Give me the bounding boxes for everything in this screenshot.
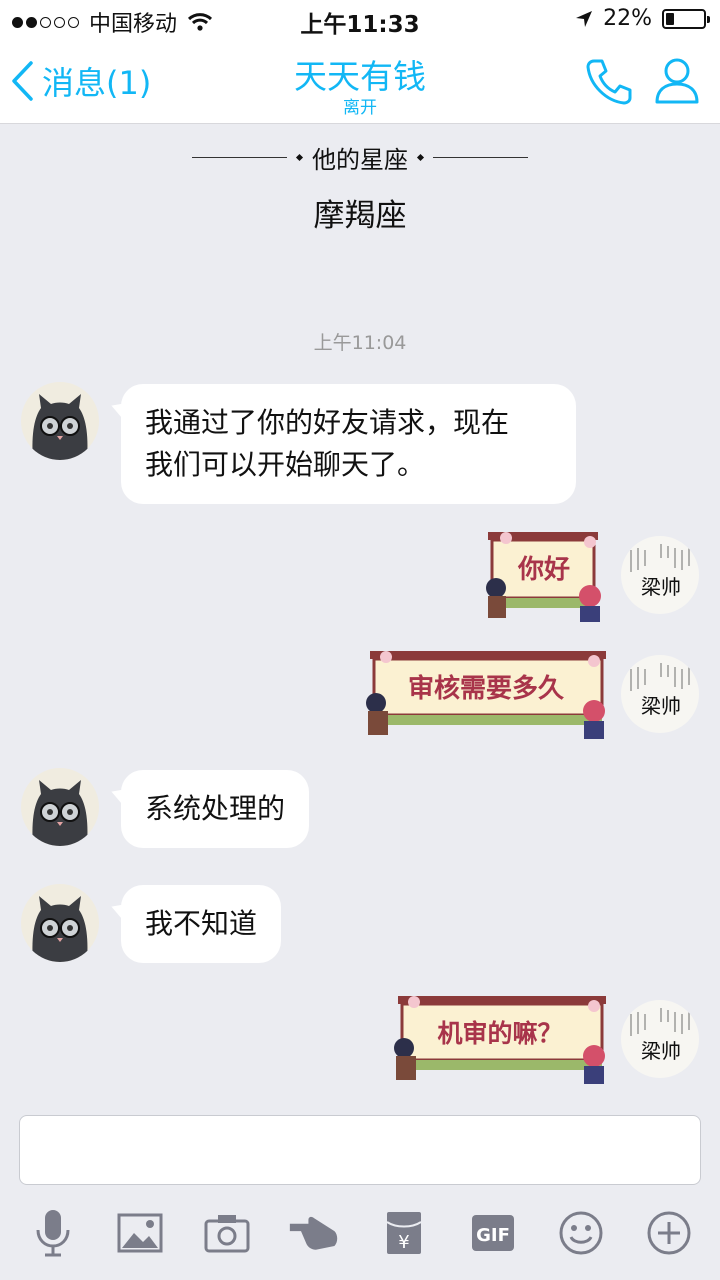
poke-icon[interactable] xyxy=(288,1207,340,1259)
contact-avatar[interactable] xyxy=(21,884,99,962)
message-bubble[interactable]: 系统处理的 xyxy=(121,770,310,848)
emoji-icon[interactable] xyxy=(555,1207,607,1259)
cat-avatar-image xyxy=(21,768,99,846)
sticker-message[interactable]: 审核需要多久 xyxy=(358,645,618,749)
constellation-label: 他的星座 xyxy=(312,146,408,174)
contact-avatar[interactable] xyxy=(21,768,99,846)
my-avatar[interactable]: 梁帅 xyxy=(621,1000,699,1078)
message-bubble[interactable]: 我不知道 xyxy=(121,885,282,963)
cat-avatar-image xyxy=(21,382,99,460)
camera-icon[interactable] xyxy=(201,1207,253,1259)
my-avatar[interactable]: 梁帅 xyxy=(621,536,699,614)
sticker-text: 审核需要多久 xyxy=(408,673,564,704)
divider xyxy=(433,156,528,159)
cat-avatar-image xyxy=(21,884,99,962)
message-text: 我们可以开始聊天了。 xyxy=(145,448,426,481)
red-packet-label: ¥ xyxy=(398,1232,409,1253)
voice-call-button[interactable] xyxy=(584,56,634,110)
status-right: 22% xyxy=(575,6,710,31)
sticker-message[interactable]: 机审的嘛？ xyxy=(386,990,618,1094)
status-bar: 中国移动 上午11:33 22% xyxy=(0,0,720,40)
location-arrow-icon xyxy=(576,10,593,27)
sticker-text: 机审的嘛？ xyxy=(437,1019,562,1048)
battery-icon xyxy=(662,8,710,29)
diamond-icon xyxy=(295,153,304,162)
avatar-calligraphy: 梁帅 xyxy=(641,575,681,599)
gif-label: GIF xyxy=(476,1225,510,1246)
avatar-calligraphy: 梁帅 xyxy=(641,1039,681,1063)
constellation-header: 他的星座 xyxy=(0,140,720,175)
person-icon xyxy=(655,58,699,104)
image-icon[interactable] xyxy=(114,1207,166,1259)
message-text: 系统处理的 xyxy=(145,792,286,825)
nav-bar: 消息(1) 天天有钱 离开 xyxy=(0,40,720,124)
my-avatar[interactable]: 梁帅 xyxy=(621,655,699,733)
microphone-icon[interactable] xyxy=(27,1207,79,1259)
gif-icon[interactable]: GIF xyxy=(467,1207,519,1259)
message-text: 我通过了你的好友请求，现在 xyxy=(145,406,510,439)
avatar-calligraphy: 梁帅 xyxy=(641,694,681,718)
phone-icon xyxy=(586,59,632,105)
contact-avatar[interactable] xyxy=(21,382,99,460)
message-timestamp: 上午11:04 xyxy=(313,332,407,354)
plus-icon[interactable] xyxy=(643,1207,695,1259)
battery-percent: 22% xyxy=(603,6,652,31)
message-input[interactable] xyxy=(19,1115,701,1185)
sticker-message[interactable]: 你好 xyxy=(478,528,618,632)
sticker-text: 你好 xyxy=(517,555,570,585)
message-text: 我不知道 xyxy=(145,907,258,940)
red-packet-icon[interactable]: ¥ xyxy=(378,1207,430,1259)
constellation-value: 摩羯座 xyxy=(313,198,407,234)
battery-fill xyxy=(666,12,674,25)
diamond-icon xyxy=(416,153,425,162)
message-bubble[interactable]: 我通过了你的好友请求，现在 我们可以开始聊天了。 xyxy=(121,384,576,504)
divider xyxy=(192,156,287,159)
profile-button[interactable] xyxy=(654,56,700,110)
